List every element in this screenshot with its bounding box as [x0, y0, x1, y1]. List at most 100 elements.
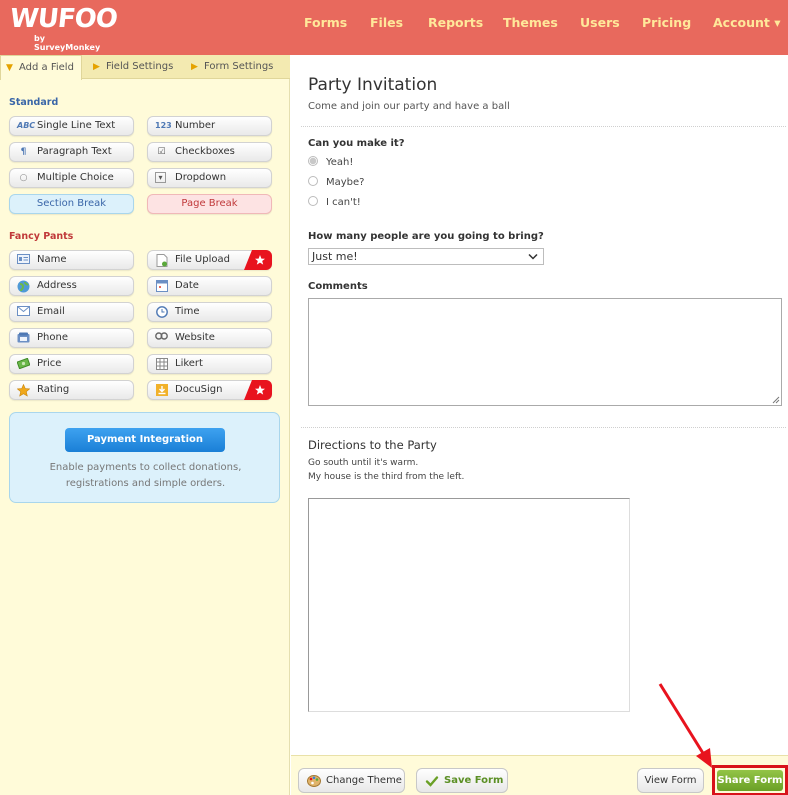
payment-description-line: registrations and simple orders.	[65, 478, 226, 489]
save-form-button[interactable]: Save Form	[416, 768, 508, 793]
radio-label: Yeah!	[326, 157, 354, 168]
section-break-button[interactable]: Section Break	[9, 194, 134, 214]
directions-line: My house is the third from the left.	[308, 472, 465, 482]
number-icon: 123	[155, 121, 172, 130]
clock-icon	[155, 306, 168, 318]
date-button[interactable]: Date	[147, 276, 272, 296]
file-upload-icon	[155, 254, 168, 267]
tab-add-field[interactable]: ▼ Add a Field	[0, 55, 82, 80]
button-label: Number	[175, 120, 216, 131]
comments-textarea[interactable]	[308, 298, 782, 406]
phone-icon	[17, 332, 30, 344]
nav-pricing[interactable]: Pricing	[642, 15, 691, 30]
tab-form-settings[interactable]: ▶ Form Settings	[186, 55, 286, 79]
directions-line: Go south until it's warm.	[308, 458, 419, 468]
checkboxes-button[interactable]: ☑ Checkboxes	[147, 142, 272, 162]
radio-circle[interactable]	[308, 176, 318, 186]
form-description[interactable]: Come and join our party and have a ball	[308, 101, 510, 112]
payment-integration-box: Payment Integration Enable payments to c…	[9, 412, 280, 503]
radio-option-yeah[interactable]: Yeah!	[308, 156, 353, 168]
logo-subtext: by SurveyMonkey	[34, 34, 101, 52]
time-button[interactable]: Time	[147, 302, 272, 322]
form-title[interactable]: Party Invitation	[308, 75, 437, 95]
question-label-guests[interactable]: How many people are you going to bring?	[308, 231, 544, 242]
logo-text: WUFOO	[8, 4, 119, 34]
docusign-icon	[155, 384, 168, 396]
directions-image-area[interactable]	[308, 498, 630, 712]
change-theme-button[interactable]: Change Theme	[298, 768, 405, 793]
docusign-button[interactable]: DocuSign	[147, 380, 272, 400]
link-icon	[155, 332, 168, 344]
calendar-icon	[155, 280, 168, 292]
button-label: Dropdown	[175, 172, 227, 183]
button-label: File Upload	[175, 254, 230, 265]
divider	[301, 427, 786, 428]
tab-label: Add a Field	[19, 62, 74, 73]
star-icon	[16, 383, 31, 397]
button-label: Change Theme	[326, 775, 402, 786]
likert-button[interactable]: Likert	[147, 354, 272, 374]
share-form-highlight: Share Form	[712, 765, 788, 795]
button-label: Paragraph Text	[37, 146, 112, 157]
nav-themes[interactable]: Themes	[503, 15, 558, 30]
premium-star-icon	[244, 380, 272, 400]
button-label: Save Form	[444, 775, 504, 786]
form-preview: Party Invitation Come and join our party…	[291, 55, 788, 755]
button-label: Date	[175, 280, 199, 291]
name-button[interactable]: Name	[9, 250, 134, 270]
button-label: Likert	[175, 358, 203, 369]
radio-circle[interactable]	[308, 156, 318, 166]
question-label-comments[interactable]: Comments	[308, 281, 368, 292]
paragraph-text-button[interactable]: ¶ Paragraph Text	[9, 142, 134, 162]
guests-dropdown[interactable]: Just me!	[308, 248, 544, 265]
tab-label: Form Settings	[204, 61, 274, 72]
tab-field-settings[interactable]: ▶ Field Settings	[88, 55, 180, 79]
nav-users[interactable]: Users	[580, 15, 620, 30]
number-button[interactable]: 123 Number	[147, 116, 272, 136]
money-icon	[16, 357, 31, 370]
triangle-right-icon: ▶	[191, 62, 198, 72]
button-label: Rating	[37, 384, 70, 395]
radio-circle[interactable]	[308, 196, 318, 206]
dropdown-icon: ▾	[155, 172, 166, 183]
resize-handle-icon[interactable]	[772, 396, 780, 404]
button-label: Checkboxes	[175, 146, 235, 157]
radio-option-maybe[interactable]: Maybe?	[308, 176, 364, 188]
directions-title[interactable]: Directions to the Party	[308, 438, 437, 452]
panel-tabs: ▼ Add a Field ▶ Field Settings ▶ Form Se…	[0, 55, 290, 80]
chevron-down-icon	[528, 249, 538, 270]
radio-label: Maybe?	[326, 177, 365, 188]
button-label: Price	[37, 358, 62, 369]
payment-integration-button[interactable]: Payment Integration	[65, 428, 225, 452]
price-button[interactable]: Price	[9, 354, 134, 374]
payment-description: Enable payments to collect donations, re…	[10, 460, 281, 492]
nav-files[interactable]: Files	[370, 15, 403, 30]
nav-account[interactable]: Account ▾	[713, 15, 780, 30]
name-card-icon	[17, 254, 30, 266]
address-button[interactable]: Address	[9, 276, 134, 296]
question-label-attendance[interactable]: Can you make it?	[308, 138, 405, 149]
annotation-arrow-icon	[658, 683, 712, 768]
standard-section-label: Standard	[9, 97, 59, 108]
button-label: DocuSign	[175, 384, 223, 395]
rating-button[interactable]: Rating	[9, 380, 134, 400]
tab-label: Field Settings	[106, 61, 174, 72]
nav-forms[interactable]: Forms	[304, 15, 347, 30]
phone-button[interactable]: Phone	[9, 328, 134, 348]
button-label: Address	[37, 280, 77, 291]
envelope-icon	[17, 306, 30, 318]
radio-icon: ○	[19, 173, 28, 183]
dropdown-button[interactable]: ▾ Dropdown	[147, 168, 272, 188]
nav-reports[interactable]: Reports	[428, 15, 483, 30]
multiple-choice-button[interactable]: ○ Multiple Choice	[9, 168, 134, 188]
radio-option-cant[interactable]: I can't!	[308, 196, 361, 208]
single-line-text-button[interactable]: ABC Single Line Text	[9, 116, 134, 136]
page-break-button[interactable]: Page Break	[147, 194, 272, 214]
share-form-button[interactable]: Share Form	[717, 770, 783, 791]
file-upload-button[interactable]: File Upload	[147, 250, 272, 270]
wufoo-logo[interactable]: WUFOO by SurveyMonkey	[8, 4, 119, 52]
email-button[interactable]: Email	[9, 302, 134, 322]
checkbox-icon: ☑	[157, 147, 166, 157]
website-button[interactable]: Website	[147, 328, 272, 348]
button-label: Time	[175, 306, 200, 317]
